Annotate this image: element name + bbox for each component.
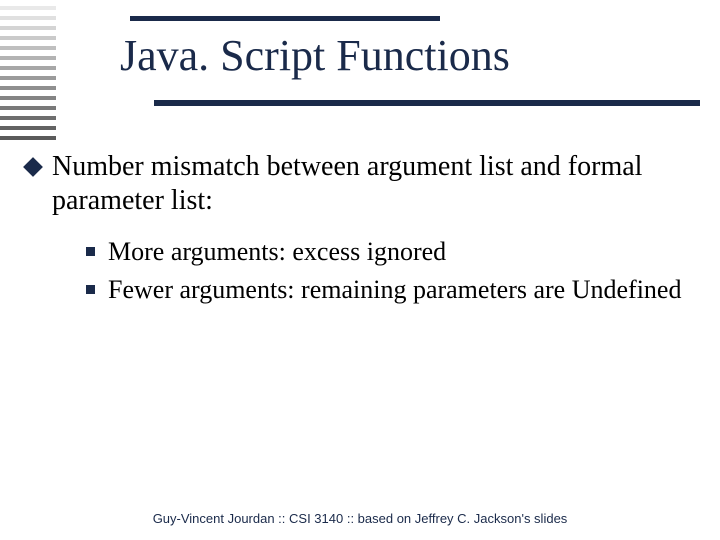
bullet-lvl1: Number mismatch between argument list an… <box>26 150 690 218</box>
diamond-icon <box>23 157 43 177</box>
bullet-lvl2: Fewer arguments: remaining parameters ar… <box>86 274 690 306</box>
bullet-lvl2-group: More arguments: excess ignored Fewer arg… <box>86 236 690 305</box>
bullet-lvl2-text: Fewer arguments: remaining parameters ar… <box>108 275 681 304</box>
slide-title: Java. Script Functions <box>120 30 680 81</box>
decor-top-bar <box>130 16 440 21</box>
slide: Java. Script Functions Number mismatch b… <box>0 0 720 540</box>
slide-body: Number mismatch between argument list an… <box>26 150 690 312</box>
square-icon <box>86 285 95 294</box>
decor-under-bar <box>154 100 700 106</box>
bullet-lvl1-text: Number mismatch between argument list an… <box>52 151 642 216</box>
decor-comb <box>0 6 56 146</box>
bullet-lvl2: More arguments: excess ignored <box>86 236 690 268</box>
slide-footer: Guy-Vincent Jourdan :: CSI 3140 :: based… <box>0 511 720 526</box>
square-icon <box>86 247 95 256</box>
bullet-lvl2-text: More arguments: excess ignored <box>108 237 446 266</box>
